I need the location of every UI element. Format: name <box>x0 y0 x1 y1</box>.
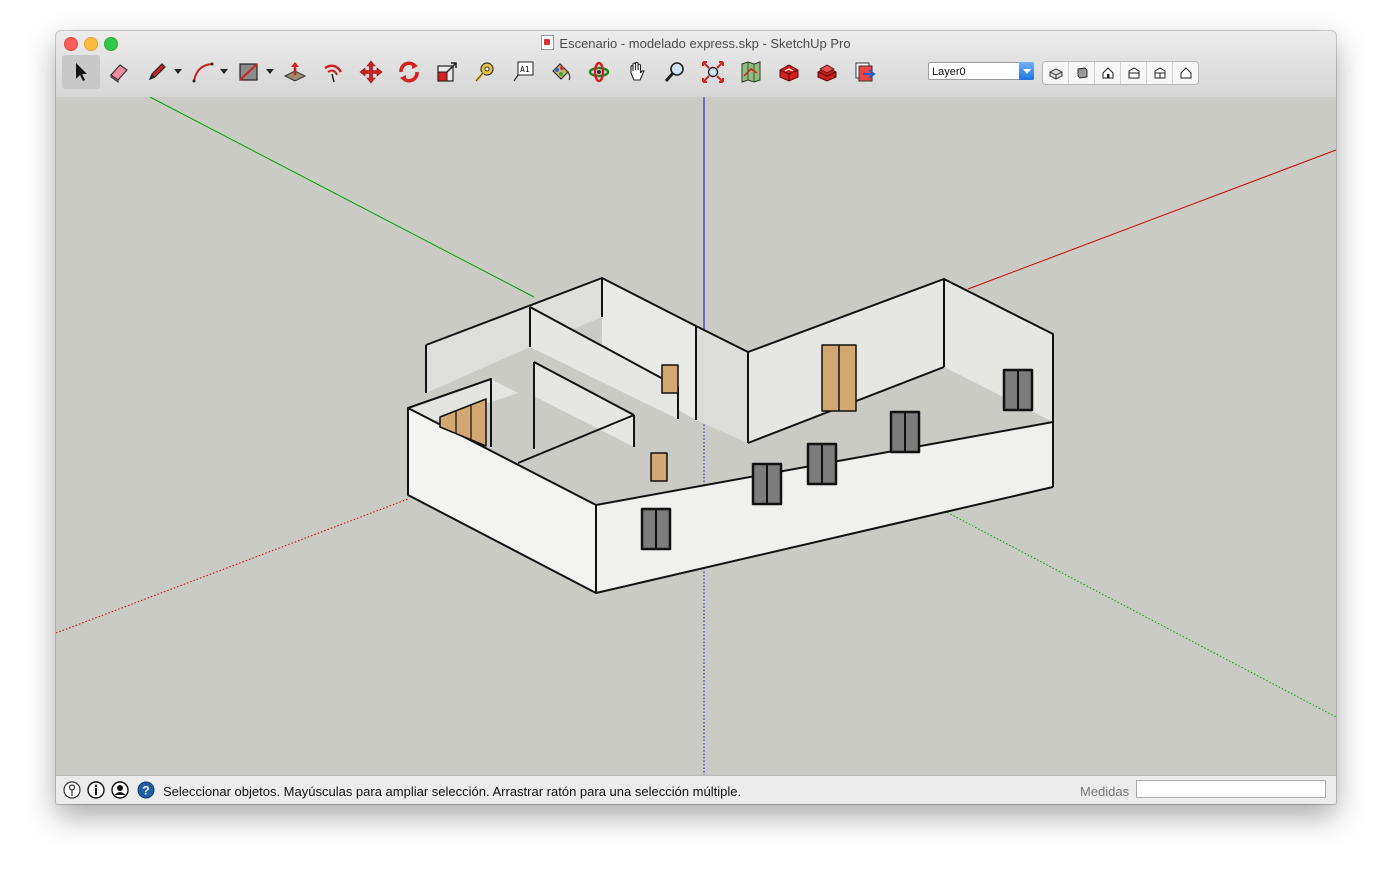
3d-viewport[interactable] <box>56 96 1336 775</box>
geo-location-icon[interactable] <box>63 781 81 799</box>
document-icon <box>541 35 555 50</box>
view-left-button[interactable] <box>1173 62 1198 84</box>
zoom-extents-tool-button[interactable] <box>694 55 732 89</box>
iso-view-icon <box>1049 68 1062 80</box>
pencil-icon <box>148 63 166 81</box>
viewport-background <box>56 97 1336 775</box>
chevron-down-icon[interactable] <box>1019 62 1034 80</box>
paint-bucket-tool-button[interactable] <box>542 55 580 89</box>
top-view-icon <box>1077 67 1087 79</box>
window-title: Escenario - modelado express.skp - Sketc… <box>56 35 1336 51</box>
extension-warehouse-tool-button[interactable] <box>808 55 846 89</box>
move-tool-button[interactable] <box>352 55 390 89</box>
paint-bucket-icon <box>552 63 571 81</box>
offset-tool-button[interactable] <box>314 55 352 89</box>
warehouse-icon <box>779 64 799 82</box>
main-toolbar: A1 <box>62 55 884 89</box>
view-iso-button[interactable] <box>1043 62 1069 84</box>
send-to-layout-tool-button[interactable] <box>846 55 884 89</box>
scale-icon <box>437 62 457 82</box>
rotate-tool-button[interactable] <box>390 55 428 89</box>
pan-tool-button[interactable] <box>618 55 656 89</box>
help-icon[interactable]: ? <box>137 781 155 799</box>
view-front-button[interactable] <box>1095 62 1121 84</box>
arc-icon <box>192 62 214 83</box>
sketchup-window: Escenario - modelado express.skp - Sketc… <box>56 31 1336 804</box>
layer-dropdown-value: Layer0 <box>932 66 966 78</box>
model-canvas[interactable] <box>56 96 1336 775</box>
magnifier-icon <box>664 62 684 82</box>
eraser-tool-button[interactable] <box>100 55 138 89</box>
select-tool-button[interactable] <box>62 55 100 89</box>
view-top-button[interactable] <box>1069 62 1095 84</box>
status-bar: ? Seleccionar objetos. Mayúsculas para a… <box>56 775 1336 804</box>
window-title-text: Escenario - modelado express.skp - Sketc… <box>559 36 851 51</box>
layer-dropdown[interactable]: Layer0 <box>928 62 1034 80</box>
send-to-layout-icon <box>855 62 876 82</box>
tape-measure-tool-button[interactable] <box>466 55 504 89</box>
3d-warehouse-tool-button[interactable] <box>770 55 808 89</box>
chevron-down-icon[interactable] <box>174 69 182 74</box>
credits-icon[interactable] <box>87 781 105 799</box>
move-arrows-icon <box>359 60 383 84</box>
chevron-down-icon[interactable] <box>220 69 228 74</box>
zoom-tool-button[interactable] <box>656 55 694 89</box>
line-tool-button[interactable] <box>138 55 184 89</box>
door-inner[interactable] <box>661 364 679 394</box>
push-pull-icon <box>283 62 307 82</box>
back-view-icon <box>1154 67 1165 79</box>
rectangle-tool-button[interactable] <box>230 55 276 89</box>
text-label-icon: A1 <box>513 61 534 82</box>
add-location-tool-button[interactable] <box>732 55 770 89</box>
left-view-icon <box>1180 67 1191 79</box>
rectangle-icon <box>239 63 258 81</box>
scale-tool-button[interactable] <box>428 55 466 89</box>
user-account-icon[interactable] <box>111 781 129 799</box>
zoom-extents-icon <box>702 61 724 83</box>
title-bar: Escenario - modelado express.skp - Sketc… <box>56 31 1336 98</box>
arrow-cursor-icon <box>76 63 87 81</box>
arc-tool-button[interactable] <box>184 55 230 89</box>
status-message: Seleccionar objetos. Mayúsculas para amp… <box>163 784 742 799</box>
measurements-input[interactable] <box>1136 780 1326 798</box>
hand-icon <box>630 61 645 81</box>
front-view-icon <box>1102 67 1113 79</box>
eraser-icon <box>110 64 128 83</box>
measurements-label: Medidas <box>1080 784 1130 799</box>
chevron-down-icon[interactable] <box>266 69 274 74</box>
orbit-tool-button[interactable] <box>580 55 618 89</box>
map-location-icon <box>741 61 761 83</box>
svg-text:?: ? <box>142 784 149 798</box>
push-pull-tool-button[interactable] <box>276 55 314 89</box>
text-tool-button[interactable]: A1 <box>504 55 542 89</box>
view-right-button[interactable] <box>1121 62 1147 84</box>
door-hall[interactable] <box>650 452 668 482</box>
extension-warehouse-icon <box>817 64 837 82</box>
tape-measure-icon <box>474 62 494 82</box>
view-back-button[interactable] <box>1147 62 1173 84</box>
standard-views-toolbar <box>1042 61 1199 85</box>
rotate-icon <box>399 61 419 83</box>
orbit-icon <box>588 61 610 83</box>
offset-icon <box>324 64 343 83</box>
svg-text:A1: A1 <box>520 65 530 74</box>
right-view-icon <box>1128 67 1139 79</box>
